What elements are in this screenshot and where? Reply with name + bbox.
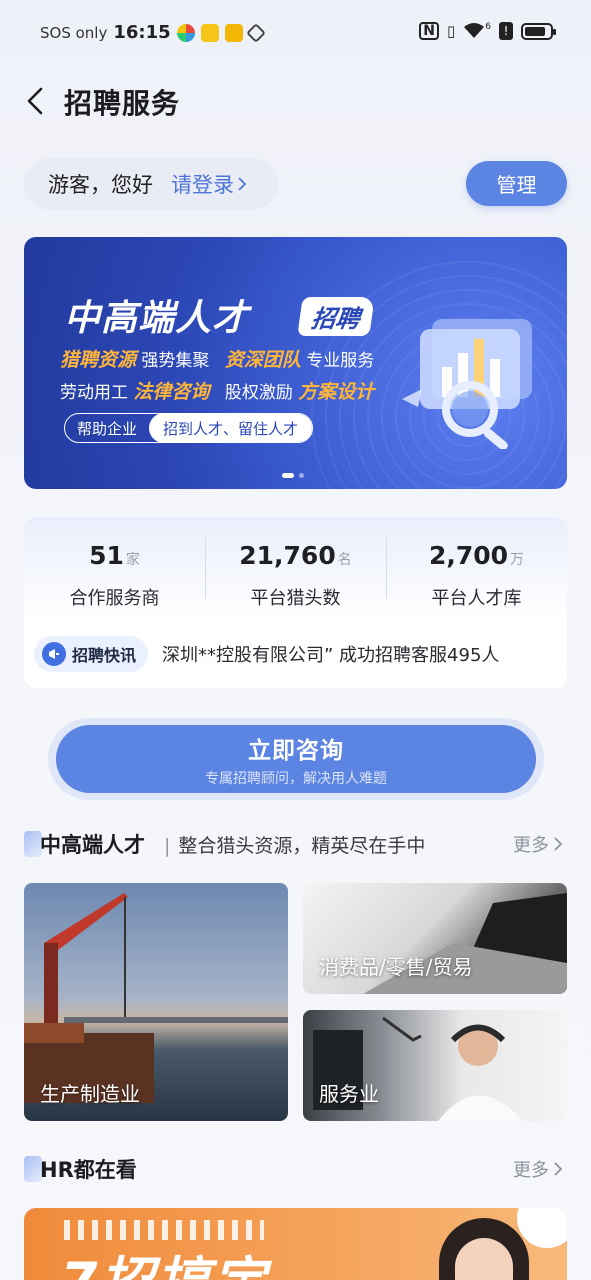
tile-label: 消费品/零售/贸易 [319, 955, 473, 979]
banner-text: 股权激励 [224, 383, 293, 403]
stat-headhunters: 21,760 名 平台猎头数 [205, 541, 386, 610]
promo-banner[interactable]: 中高端人才 招聘 猎聘资源 强势集聚 资深团队 专业服务 劳动用工 法律咨询 股… [24, 237, 567, 489]
banner-highlight: 法律咨询 [133, 381, 210, 403]
greeting-pill: 游客，您好 请登录 [24, 158, 278, 210]
news-label: 招聘快讯 [72, 646, 137, 665]
stat-label: 平台猎头数 [250, 588, 341, 609]
chevron-left-icon [27, 87, 43, 115]
stat-partners: 51 家 合作服务商 [24, 541, 205, 610]
section-subtitle: | 整合猎头资源，精英尽在手中 [164, 835, 426, 857]
tile-service[interactable]: 服务业 [303, 1010, 567, 1121]
stat-value: 21,760 [239, 541, 336, 570]
stat-unit: 名 [337, 552, 352, 568]
section-subtitle-text: 整合猎头资源，精英尽在手中 [178, 835, 426, 857]
section-title: HR都在看 [40, 1158, 137, 1182]
stat-label: 平台人才库 [431, 588, 522, 609]
banner-text: 强势集聚 [141, 351, 210, 371]
banner-highlight: 猎聘资源 [60, 349, 137, 371]
login-link[interactable]: 请登录 [171, 169, 247, 199]
banner-highlight: 方案设计 [298, 381, 375, 403]
tile-label: 服务业 [319, 1082, 379, 1106]
pager-dot [299, 473, 304, 478]
more-link-talent[interactable]: 更多 [513, 831, 563, 857]
more-label: 更多 [513, 835, 549, 856]
stat-label: 合作服务商 [69, 588, 160, 609]
section-header-talent: 中高端人才 | 整合猎头资源，精英尽在手中 更多 [24, 827, 567, 861]
vibrate-icon: ▯ [447, 22, 456, 40]
banner-tag: 招聘 [297, 297, 375, 336]
alert-icon: ! [499, 22, 513, 40]
news-text: 深圳**控股有限公司” 成功招聘客服495人 [162, 645, 500, 666]
wifi-badge: 6 [485, 22, 491, 32]
tile-manufacturing[interactable]: 生产制造业 [24, 883, 288, 1121]
chart-magnifier-illustration [402, 319, 532, 449]
tile-retail[interactable]: 消费品/零售/贸易 [303, 883, 567, 994]
section-header-hr: HR都在看 更多 [24, 1152, 567, 1186]
more-link-hr[interactable]: 更多 [513, 1156, 563, 1182]
status-right: N ▯ 6 ! [419, 22, 556, 40]
more-label: 更多 [513, 1160, 549, 1181]
stats-card: 51 家 合作服务商 21,760 名 平台猎头数 2,700 万 平台人才库 招聘快… [24, 517, 567, 688]
clock: 16:15 [113, 22, 171, 43]
stat-unit: 万 [510, 552, 525, 568]
banner-line-2: 劳动用工 法律咨询 股权激励 方案设计 [60, 377, 374, 404]
chevron-right-icon [554, 837, 563, 851]
greeting-text: 游客，您好 [48, 173, 153, 197]
pager-dot-active [282, 473, 294, 478]
page-title: 招聘服务 [64, 87, 181, 120]
consult-subtitle: 专属招聘顾问，解决用人难题 [205, 770, 387, 787]
chevron-right-icon [554, 1162, 563, 1176]
tile-label: 生产制造业 [40, 1082, 140, 1106]
app-notification-icon [200, 23, 219, 42]
news-ticker[interactable]: 招聘快讯 深圳**控股有限公司” 成功招聘客服495人 [34, 636, 499, 672]
section-title: 中高端人才 [40, 833, 145, 857]
login-label: 请登录 [171, 173, 234, 197]
banner-circle [517, 1208, 567, 1248]
status-left: SOS only 16:15 [40, 22, 266, 43]
stat-unit: 家 [125, 552, 140, 568]
status-bar: SOS only 16:15 N ▯ 6 ! [0, 0, 591, 64]
news-badge: 招聘快讯 [34, 636, 149, 672]
back-button[interactable] [18, 82, 52, 120]
battery-icon [521, 22, 556, 40]
consult-button[interactable]: 立即咨询 专属招聘顾问，解决用人难题 [56, 725, 536, 793]
app-notification-icon [245, 22, 266, 43]
hr-banner-text: 7招搞定 [60, 1238, 268, 1280]
carrier-text: SOS only [40, 23, 108, 42]
banner-text: 专业服务 [306, 351, 375, 371]
banner-pill-right: 招到人才、留住人才 [149, 414, 313, 442]
app-notification-icon [224, 23, 243, 42]
banner-pager [282, 473, 304, 478]
megaphone-icon [42, 642, 66, 666]
manage-button[interactable]: 管理 [466, 161, 567, 206]
header: 招聘服务 [0, 76, 591, 126]
chevron-right-icon [238, 177, 247, 191]
banner-line-1: 猎聘资源 强势集聚 资深团队 专业服务 [60, 345, 374, 372]
consult-title: 立即咨询 [248, 737, 344, 764]
banner-title: 中高端人才 [64, 298, 250, 339]
hr-article-banner[interactable]: 7招搞定 [24, 1208, 567, 1280]
nfc-icon: N [419, 22, 439, 40]
stat-talent-pool: 2,700 万 平台人才库 [386, 541, 567, 610]
banner-highlight: 资深团队 [224, 349, 301, 371]
banner-pill-left: 帮助企业 [77, 419, 138, 438]
banner-stripes [64, 1220, 264, 1240]
stat-value: 2,700 [428, 541, 509, 570]
banner-text: 劳动用工 [60, 383, 128, 403]
app-notification-icon [176, 23, 195, 42]
stat-value: 51 [89, 541, 124, 570]
banner-pill: 帮助企业 招到人才、留住人才 [64, 413, 314, 443]
wifi-icon: 6 [463, 22, 491, 40]
